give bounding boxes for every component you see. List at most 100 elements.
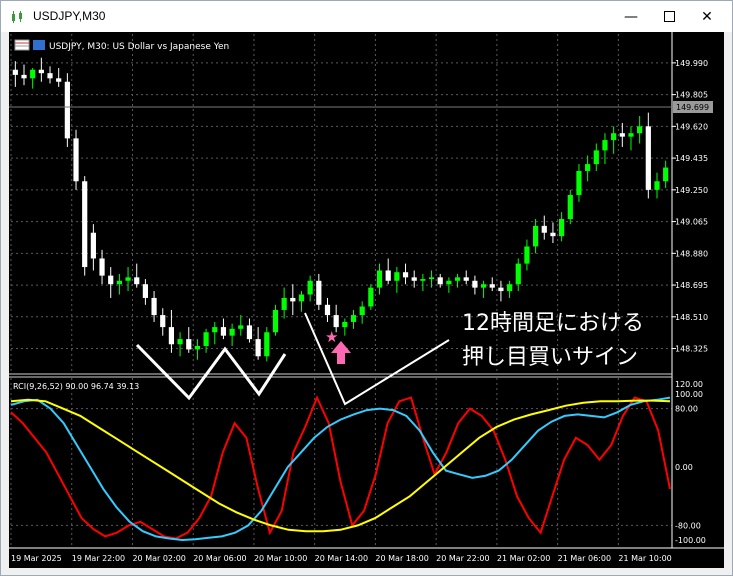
- candle-body: [229, 328, 235, 336]
- candle-body: [151, 297, 157, 316]
- candle-body: [489, 284, 495, 288]
- candle-body: [246, 325, 253, 340]
- candle-body: [619, 133, 625, 137]
- window-title: USDJPY,M30: [33, 9, 106, 23]
- symbol-icon: [33, 40, 45, 50]
- minimize-icon: —: [624, 8, 638, 25]
- rci-tick-label: 120.00: [675, 380, 703, 389]
- title-bar[interactable]: USDJPY,M30 — ✕: [1, 1, 732, 32]
- price-chart[interactable]: 149.990 149.805 149.620 149.435 149.250 149.0…: [9, 32, 724, 568]
- candle-body: [108, 275, 114, 285]
- candle-body: [480, 284, 487, 288]
- candle-body: [220, 327, 227, 336]
- price-tick-label: 148.880: [675, 249, 708, 258]
- rci-tick-label: 80.00: [675, 405, 698, 414]
- candle-body: [212, 327, 218, 333]
- w-pattern-drawing: [135, 343, 287, 401]
- candle-body: [611, 133, 617, 141]
- terminal-window: USDJPY,M30 — ✕ 149.990 149.805 149.620 149.…: [0, 0, 733, 576]
- chart-app-icon: [12, 11, 22, 23]
- price-tick-label: 149.250: [675, 186, 708, 195]
- annotation-line-1: 12時間足における: [462, 311, 644, 336]
- maximize-button[interactable]: [652, 1, 686, 32]
- candle-body: [645, 126, 651, 190]
- candle-body: [264, 332, 270, 357]
- chart-header-label: USDJPY, M30: US Dollar vs Japanese Yen: [49, 42, 229, 52]
- candle-body: [532, 225, 539, 247]
- candle-body: [446, 280, 452, 285]
- candle-body: [186, 339, 192, 350]
- current-price-label: 149.699: [676, 103, 709, 112]
- candle-body: [498, 287, 504, 292]
- time-tick-label: 20 Mar 14:00: [315, 554, 368, 563]
- candle-body: [324, 304, 331, 316]
- candle-body: [125, 277, 131, 281]
- minimize-button[interactable]: —: [614, 1, 648, 32]
- rci-tick-label: 0.00: [675, 463, 693, 472]
- time-tick-label: 21 Mar 02:00: [497, 554, 550, 563]
- candle-body: [38, 69, 44, 74]
- chart-area[interactable]: 149.990 149.805 149.620 149.435 149.250 149.0…: [9, 32, 724, 568]
- candle-body: [90, 232, 96, 259]
- candle-body: [428, 277, 435, 280]
- candle-body: [585, 164, 591, 171]
- time-tick-label: 20 Mar 06:00: [193, 554, 246, 563]
- candle-body: [515, 263, 521, 285]
- candle-body: [281, 297, 287, 310]
- time-tick-label: 19 Mar 22:00: [72, 554, 125, 563]
- price-tick-label: 148.695: [675, 281, 708, 290]
- candle-body: [255, 339, 261, 357]
- candle-body: [602, 140, 608, 151]
- time-tick-label: 20 Mar 10:00: [254, 554, 307, 563]
- candle-body: [47, 73, 53, 79]
- price-tick-label: 149.620: [675, 122, 708, 131]
- candle-body: [576, 170, 582, 195]
- candle-body: [316, 280, 322, 305]
- candle-body: [628, 133, 634, 137]
- candle-body: [394, 272, 400, 281]
- candle-body: [420, 279, 426, 281]
- candle-body: [411, 277, 417, 281]
- candle-body: [177, 339, 183, 345]
- time-tick-label: 21 Mar 06:00: [558, 554, 611, 563]
- close-button[interactable]: ✕: [690, 1, 724, 32]
- rci-indicator-label: RCI(9,26,52) 90.00 96.74 39.13: [13, 382, 139, 391]
- price-tick-label: 149.065: [675, 218, 708, 227]
- candle-body: [290, 297, 296, 302]
- time-tick-label: 20 Mar 22:00: [436, 554, 489, 563]
- candle-body: [454, 277, 461, 281]
- close-icon: ✕: [701, 8, 713, 25]
- annotation-line-2: 押し目買いサイン: [462, 345, 638, 370]
- time-tick-label: 21 Mar 10:00: [618, 554, 671, 563]
- candle-body: [160, 315, 166, 328]
- chart-table-icon: [14, 39, 30, 51]
- pointer-line-drawing: [304, 312, 450, 406]
- candle-body: [342, 321, 348, 328]
- price-tick-label: 148.510: [675, 313, 708, 322]
- candle-body: [654, 181, 660, 190]
- candle-body: [12, 69, 18, 75]
- candle-body: [541, 225, 547, 233]
- candle-body: [368, 287, 374, 307]
- time-tick-label: 20 Mar 02:00: [132, 554, 185, 563]
- candle-body: [402, 272, 409, 278]
- candle-body: [593, 150, 599, 165]
- time-tick-label: 20 Mar 18:00: [375, 554, 428, 563]
- candle-body: [99, 258, 105, 276]
- candle-body: [73, 138, 79, 182]
- rci-tick-label: -80.00: [675, 521, 701, 530]
- candle-body: [142, 284, 149, 298]
- price-tick-label: 148.325: [675, 345, 708, 354]
- candle-body: [663, 167, 669, 182]
- time-tick-label: 19 Mar 2025: [11, 554, 62, 563]
- candle-body: [116, 280, 122, 285]
- candle-body: [376, 270, 383, 288]
- rci-tick-label: -100.00: [675, 536, 706, 545]
- candle-body: [203, 332, 209, 346]
- candle-body: [559, 219, 565, 237]
- candle-body: [64, 81, 70, 139]
- candle-body: [30, 69, 36, 79]
- candle-body: [463, 277, 469, 281]
- candle-body: [168, 327, 175, 345]
- candle-body: [567, 194, 573, 220]
